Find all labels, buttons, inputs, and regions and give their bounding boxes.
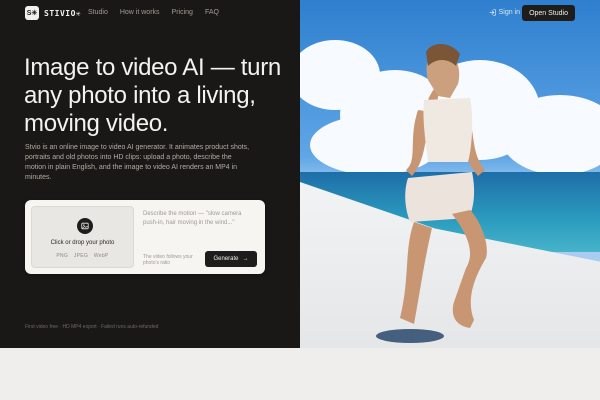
nav-item-pricing[interactable]: Pricing — [172, 9, 193, 16]
sign-in-icon — [489, 9, 496, 16]
format-png: PNG — [56, 253, 69, 259]
main-nav: Studio How it works Pricing FAQ — [88, 9, 219, 16]
nav-item-faq[interactable]: FAQ — [205, 9, 219, 16]
photo-dropzone[interactable]: Click or drop your photo PNG JPEG WebP — [31, 206, 134, 268]
dropzone-label: Click or drop your photo — [50, 240, 115, 246]
accepted-formats: PNG JPEG WebP — [32, 253, 133, 259]
arrow-right-icon: → — [242, 256, 249, 262]
open-studio-button[interactable]: Open Studio — [522, 5, 575, 21]
format-webp: WebP — [93, 253, 109, 259]
nav-item-studio[interactable]: Studio — [88, 9, 108, 16]
generate-button[interactable]: Generate → — [205, 251, 257, 267]
upload-card: Click or drop your photo PNG JPEG WebP D… — [25, 200, 265, 274]
image-upload-icon — [77, 218, 93, 234]
aspect-ratio-note: The video follows your photo's ratio — [143, 254, 193, 266]
logo-mark-icon: S✳ — [25, 6, 39, 20]
hero-text-panel: S✳ STIVIO✳ Studio How it works Pricing F… — [0, 0, 300, 348]
generate-label: Generate — [213, 256, 239, 262]
hero-description: Stvio is an online image to video AI gen… — [25, 144, 250, 181]
format-jpeg: JPEG — [73, 253, 89, 259]
sign-in-label: Sign in — [498, 9, 520, 16]
hero-image: Sign in Open Studio — [300, 0, 600, 348]
hero-section: S✳ STIVIO✳ Studio How it works Pricing F… — [0, 0, 600, 348]
nav-item-how-it-works[interactable]: How it works — [120, 9, 160, 16]
logo[interactable]: S✳ STIVIO✳ — [25, 6, 81, 20]
sign-in-link[interactable]: Sign in — [489, 9, 520, 16]
motion-prompt-input[interactable]: Describe the motion — "slow camera push-… — [143, 210, 258, 228]
runner-figure — [376, 43, 487, 343]
brand-name: STIVIO✳ — [44, 8, 82, 18]
hero-footnote: First video free · HD MP4 export · Faile… — [25, 324, 159, 330]
hero-headline: Image to video AI — turn any photo into … — [24, 54, 281, 137]
